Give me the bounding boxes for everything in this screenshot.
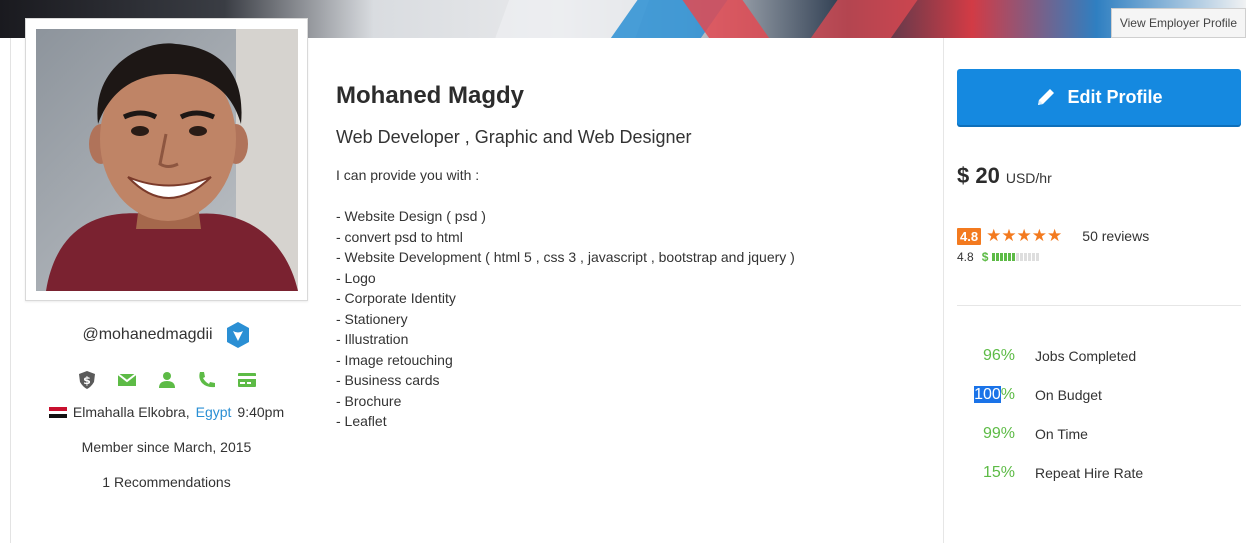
earnings-score: 4.8 (957, 250, 974, 264)
svg-text:$: $ (83, 374, 91, 387)
bio-item: - Stationery (336, 310, 408, 327)
edit-profile-label: Edit Profile (1067, 86, 1163, 107)
stat-row: 15% Repeat Hire Rate (982, 463, 1144, 481)
stat-label: On Budget (1035, 386, 1102, 403)
earnings-bar-segment (992, 253, 996, 261)
column-divider (943, 38, 944, 543)
earnings-bar-segment (1008, 253, 1012, 261)
bio-item: - Image retouching (336, 351, 453, 368)
edit-profile-button[interactable]: Edit Profile (957, 69, 1241, 125)
earnings-bar-segment (1036, 253, 1040, 261)
username-row: @mohanedmagdii (25, 320, 308, 350)
stat-percent: 15 (982, 463, 1001, 481)
star-rating: ★★★★★ (986, 226, 1063, 245)
earnings-bar-segment (1012, 253, 1016, 261)
earnings-row: 4.8 $ (957, 249, 1241, 265)
stat-percent: 96 (982, 346, 1001, 364)
username: @mohanedmagdii (82, 326, 213, 343)
hourly-rate: $ 20 USD/hr (957, 163, 1241, 193)
location-country-link[interactable]: Egypt (196, 404, 232, 420)
stat-label: Jobs Completed (1035, 347, 1137, 364)
pencil-icon (1038, 89, 1055, 105)
avatar-photo (36, 29, 298, 291)
rating-badge: 4.8 (957, 227, 982, 245)
email-icon[interactable] (116, 370, 137, 390)
stat-row: 96% Jobs Completed (982, 346, 1137, 364)
earnings-bar-segment (1020, 253, 1024, 261)
recommendations-count[interactable]: 1 Recommendations (25, 474, 308, 494)
profile-sidebar: Edit Profile $ 20 USD/hr 4.8 ★★★★★ 50 re… (957, 69, 1241, 492)
sidebar-divider (957, 305, 1241, 306)
bio-intro: I can provide you with : (336, 167, 480, 183)
user-icon[interactable] (157, 370, 177, 390)
earnings-level-bar (992, 253, 1040, 261)
profile-name: Mohaned Magdy (336, 82, 525, 109)
reviews-link[interactable]: 50 reviews (1082, 228, 1149, 244)
verification-icons: $ (25, 370, 308, 390)
stat-percent: 99 (982, 424, 1001, 442)
earnings-bar-segment (1024, 253, 1028, 261)
bio-item: - Website Design ( psd ) (336, 208, 486, 224)
earnings-bar-segment (1032, 253, 1036, 261)
shield-dollar-icon[interactable]: $ (77, 370, 97, 390)
bio-item: - convert psd to html (336, 228, 463, 245)
earnings-bar-segment (1004, 253, 1008, 261)
stat-row: 99% On Time (982, 424, 1088, 442)
local-time: 9:40pm (237, 404, 285, 420)
profile-page: View Employer Profile @mohanedmagdii $ E… (0, 0, 1246, 543)
earnings-bar-segment (1000, 253, 1004, 261)
bio-item: - Brochure (336, 392, 402, 409)
verified-badge-icon[interactable] (225, 321, 251, 349)
stat-row: 100% On Budget (974, 385, 1102, 403)
earnings-bar-segment (1028, 253, 1032, 261)
location-city: Elmahalla Elkobra, (72, 404, 190, 420)
profile-tagline: Web Developer , Graphic and Web Designer (336, 127, 692, 147)
bio-item: - Corporate Identity (336, 290, 456, 306)
bio-item: - Website Development ( html 5 , css 3 ,… (336, 249, 795, 265)
view-employer-profile-button[interactable]: View Employer Profile (1110, 8, 1246, 38)
earnings-dollar-icon: $ (981, 250, 989, 264)
rating-row: 4.8 ★★★★★ 50 reviews (957, 225, 1241, 247)
member-since: Member since March, 2015 (81, 439, 252, 455)
bio-item: - Business cards (336, 372, 440, 388)
location-row: Elmahalla Elkobra, Egypt 9:40pm (25, 402, 308, 422)
rate-unit: USD/hr (1005, 170, 1052, 186)
profile-main: Mohaned Magdy Web Developer , Graphic an… (336, 80, 926, 432)
profile-bio: I can provide you with : - Website Desig… (336, 165, 926, 432)
payment-card-icon[interactable] (237, 370, 257, 390)
bio-item: - Illustration (336, 331, 409, 347)
stat-label: On Time (1035, 425, 1088, 442)
earnings-bar-segment (1016, 253, 1020, 261)
stat-label: Repeat Hire Rate (1035, 464, 1144, 481)
avatar (25, 18, 308, 301)
bio-item: - Leaflet (336, 413, 387, 429)
stats-list: 96% Jobs Completed 100% On Budget 99% On… (957, 336, 1241, 492)
bio-item: - Logo (336, 269, 376, 286)
earnings-bar-segment (996, 253, 1000, 261)
stat-percent: 100 (974, 385, 1001, 403)
phone-icon[interactable] (197, 370, 217, 390)
egypt-flag-icon (48, 406, 67, 418)
profile-left-info: @mohanedmagdii $ Elmahalla Elkobra, Egyp… (25, 320, 308, 494)
rate-amount: $ 20 (957, 163, 1000, 188)
